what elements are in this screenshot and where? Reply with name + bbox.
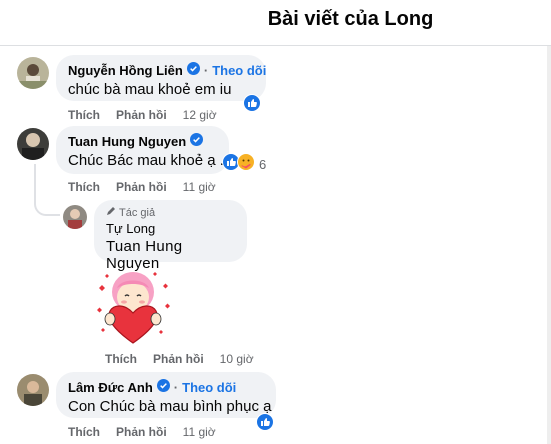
verified-badge-icon bbox=[156, 379, 170, 395]
comment-actions: Thích Phản hồi 12 giờ bbox=[68, 108, 217, 122]
avatar[interactable] bbox=[17, 374, 49, 406]
like-button[interactable]: Thích bbox=[68, 180, 100, 194]
page-title: Bài viết của Long bbox=[267, 8, 434, 30]
comment-actions: Thích Phản hồi 11 giờ bbox=[68, 180, 216, 194]
comment-time[interactable]: 11 giờ bbox=[183, 180, 216, 194]
care-reaction-icon bbox=[237, 153, 255, 176]
separator-dot: · bbox=[203, 62, 209, 78]
reaction-summary[interactable] bbox=[256, 413, 274, 436]
follow-button[interactable]: Theo dõi bbox=[182, 380, 236, 395]
separator-dot: · bbox=[173, 379, 179, 395]
comment-actions: Thích Phản hồi 11 giờ bbox=[68, 425, 216, 439]
verified-badge-icon bbox=[190, 133, 204, 149]
avatar[interactable] bbox=[17, 57, 49, 89]
author-badge: Tác giả bbox=[106, 206, 235, 219]
like-button[interactable]: Thích bbox=[68, 425, 100, 439]
reply-button[interactable]: Phản hồi bbox=[116, 180, 167, 194]
reply-thread-line bbox=[34, 164, 60, 216]
reaction-summary[interactable] bbox=[243, 94, 261, 117]
verified-badge-icon bbox=[186, 62, 200, 78]
like-button[interactable]: Thích bbox=[68, 108, 100, 122]
comment-bubble: Tuan Hung Nguyen Chúc Bác mau khoẻ ạ . bbox=[56, 126, 229, 174]
pencil-icon bbox=[106, 206, 116, 219]
reply-button[interactable]: Phản hồi bbox=[116, 425, 167, 439]
comment-text: Chúc Bác mau khoẻ ạ . bbox=[68, 152, 224, 169]
commenter-name[interactable]: Tuan Hung Nguyen bbox=[68, 134, 186, 149]
avatar[interactable] bbox=[17, 128, 49, 160]
heart-sticker bbox=[93, 266, 173, 346]
like-reaction-icon bbox=[243, 94, 261, 117]
like-button[interactable]: Thích bbox=[105, 352, 137, 366]
comment-time[interactable]: 12 giờ bbox=[183, 108, 217, 122]
reply-button[interactable]: Phản hồi bbox=[153, 352, 204, 366]
comment-text: chúc bà mau khoẻ em iu bbox=[68, 81, 232, 98]
like-reaction-icon bbox=[256, 413, 274, 436]
comment-bubble: Nguyễn Hồng Liên · Theo dõi chúc bà mau … bbox=[56, 55, 266, 101]
scrollbar[interactable] bbox=[547, 46, 551, 444]
avatar[interactable] bbox=[63, 205, 87, 229]
reaction-summary[interactable]: 6 bbox=[222, 153, 266, 176]
follow-button[interactable]: Theo dõi bbox=[212, 63, 266, 78]
comment-bubble: Lâm Đức Anh · Theo dõi Con Chúc bà mau b… bbox=[56, 372, 276, 418]
author-tag-label: Tác giả bbox=[119, 206, 156, 219]
reply-actions: Thích Phản hồi 10 giờ bbox=[105, 352, 254, 366]
comment-time[interactable]: 11 giờ bbox=[183, 425, 216, 439]
reply-button[interactable]: Phản hồi bbox=[116, 108, 167, 122]
commenter-name[interactable]: Nguyễn Hồng Liên bbox=[68, 63, 183, 78]
replier-name[interactable]: Tự Long bbox=[106, 221, 235, 236]
reaction-count: 6 bbox=[259, 157, 267, 172]
reply-bubble: Tác giả Tự Long Tuan Hung Nguyen bbox=[94, 200, 247, 272]
reply-time[interactable]: 10 giờ bbox=[220, 352, 254, 366]
comment-text: Con Chúc bà mau bình phục ạ bbox=[68, 398, 272, 415]
commenter-name[interactable]: Lâm Đức Anh bbox=[68, 380, 153, 395]
post-header: Bài viết của Long bbox=[0, 0, 551, 46]
